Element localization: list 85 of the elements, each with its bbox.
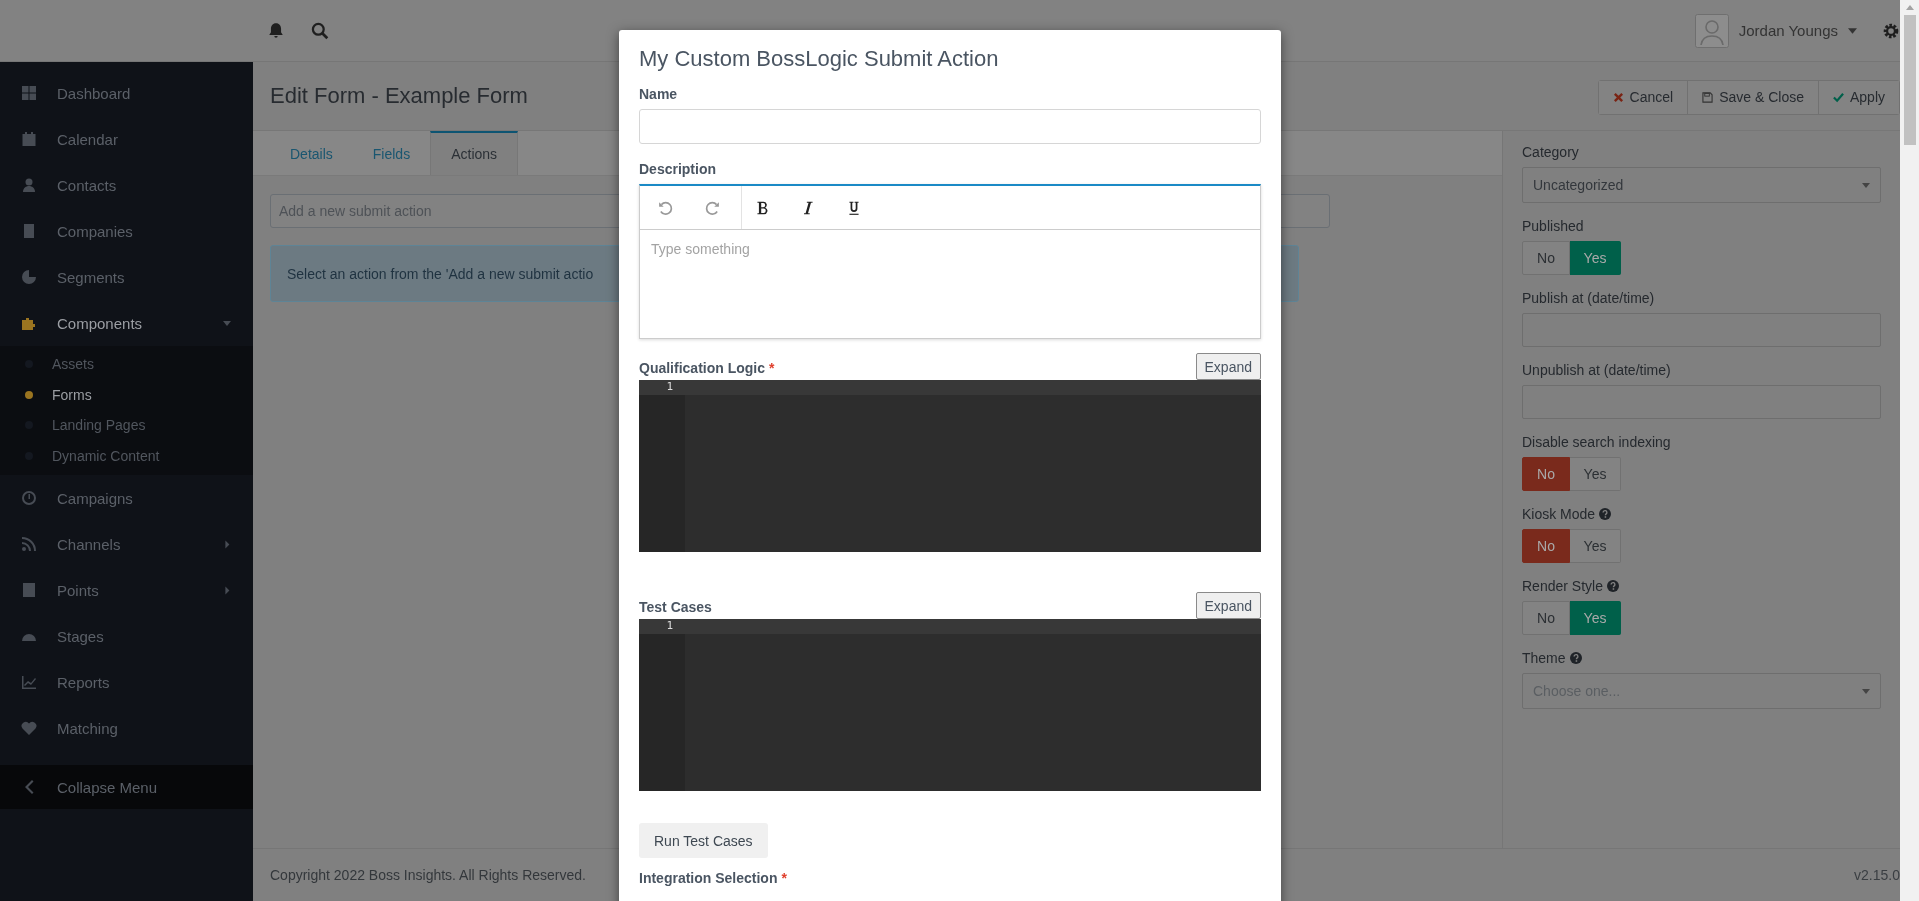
underline-icon[interactable] — [846, 199, 862, 216]
search-icon[interactable] — [311, 21, 329, 40]
select-field[interactable]: Uncategorized — [1522, 167, 1881, 203]
tab[interactable]: Actions — [430, 131, 519, 175]
run-test-cases-button[interactable]: Run Test Cases — [639, 823, 768, 858]
submenu-item[interactable]: Landing Pages — [0, 410, 253, 441]
clock-icon — [21, 490, 37, 506]
scrollbar-thumb[interactable] — [1903, 15, 1916, 145]
sidebar-item[interactable]: Dashboard — [0, 70, 253, 116]
sidebar-item[interactable]: Contacts — [0, 162, 253, 208]
code-editor[interactable]: 1 — [639, 380, 1261, 552]
caret-icon[interactable] — [1848, 27, 1857, 34]
toggle-option[interactable]: Yes — [1570, 457, 1621, 491]
field-label: Name — [639, 86, 679, 102]
caret-icon — [1862, 688, 1870, 694]
toggle-option[interactable]: Yes — [1570, 601, 1621, 635]
sidebar-item[interactable]: Reports — [0, 659, 253, 705]
toggle-option[interactable]: No — [1522, 457, 1570, 491]
tab[interactable]: Details — [270, 133, 353, 175]
sidebar-item[interactable]: Calendar — [0, 116, 253, 162]
name-field[interactable] — [639, 109, 1261, 144]
sidebar-item[interactable]: Matching — [0, 705, 253, 751]
bold-icon[interactable] — [754, 199, 770, 216]
scrollbar[interactable] — [1900, 0, 1919, 901]
undo-icon[interactable] — [658, 199, 674, 216]
puzzle-icon — [21, 315, 37, 331]
collapse-menu-button[interactable]: Collapse Menu — [0, 765, 253, 809]
rss-icon — [21, 536, 37, 552]
caret-icon — [1862, 182, 1870, 188]
help-icon[interactable] — [1569, 652, 1582, 664]
toggle-option[interactable]: Yes — [1570, 529, 1621, 563]
code-editor[interactable]: 1 — [639, 619, 1261, 791]
sidebar-item[interactable]: Segments — [0, 254, 253, 300]
copyright-text: Copyright 2022 Boss Insights. All Rights Reserved. — [270, 867, 586, 883]
field-label: Category — [1522, 144, 1579, 160]
user-name[interactable]: Jordan Youngs — [1738, 22, 1838, 39]
field-label: Theme — [1522, 650, 1566, 666]
field-label: Kiosk Mode — [1522, 506, 1596, 522]
field-label: Test Cases — [639, 599, 712, 615]
sidebar-item[interactable]: Points — [0, 567, 253, 613]
field-label: Render Style — [1522, 578, 1603, 594]
page-title: Edit Form - Example Form — [270, 83, 528, 109]
sidebar-item[interactable]: Companies — [0, 208, 253, 254]
field-label: Disable search indexing — [1522, 434, 1671, 450]
field-label: Integration Selection * — [639, 870, 788, 886]
field-label: Unpublish at (date/time) — [1522, 362, 1671, 378]
line-number: 1 — [639, 380, 685, 395]
submenu-item[interactable]: Dynamic Content — [0, 440, 253, 471]
settings-icon[interactable] — [1882, 21, 1900, 40]
avatar-icon[interactable] — [1694, 13, 1729, 48]
sidebar-item[interactable]: Campaigns — [0, 475, 253, 521]
pie-chart-icon — [21, 269, 37, 285]
line-number: 1 — [639, 619, 685, 634]
heart-icon — [21, 720, 37, 736]
modal-title: My Custom BossLogic Submit Action — [639, 46, 1000, 72]
field-label: Qualification Logic * — [639, 360, 775, 376]
sidebar-item[interactable]: Channels — [0, 521, 253, 567]
apply-button[interactable]: Apply — [1817, 80, 1899, 114]
field-label: Description — [639, 161, 717, 177]
help-icon[interactable] — [1599, 508, 1612, 520]
grid-icon — [21, 85, 37, 101]
field-label: Published — [1522, 218, 1584, 234]
submenu-item[interactable]: Forms — [0, 379, 253, 410]
check-icon — [1832, 91, 1844, 103]
toggle-option[interactable]: Yes — [1570, 241, 1621, 275]
toggle-option[interactable]: No — [1522, 601, 1570, 635]
rich-text-editor[interactable]: Type something — [639, 184, 1261, 339]
expand-button[interactable]: Expand — [1195, 353, 1261, 380]
scroll-up-arrow-icon[interactable] — [1905, 5, 1914, 10]
calendar-icon — [21, 131, 37, 147]
sidebar-item[interactable]: Components — [0, 300, 253, 346]
tab[interactable]: Fields — [352, 133, 431, 175]
expand-button[interactable]: Expand — [1195, 592, 1261, 619]
field-label: Publish at (date/time) — [1522, 290, 1655, 306]
help-icon[interactable] — [1606, 580, 1619, 592]
toggle-option[interactable]: No — [1522, 241, 1570, 275]
line-chart-icon — [21, 674, 37, 690]
sidebar-item[interactable]: Stages — [0, 613, 253, 659]
toggle-option[interactable]: No — [1522, 529, 1570, 563]
redo-icon[interactable] — [704, 199, 720, 216]
person-icon — [21, 177, 37, 193]
version-text: v2.15.0 — [1854, 867, 1900, 883]
submenu-item[interactable]: Assets — [0, 349, 253, 380]
bell-icon[interactable] — [267, 21, 285, 40]
close-icon — [1612, 91, 1624, 103]
